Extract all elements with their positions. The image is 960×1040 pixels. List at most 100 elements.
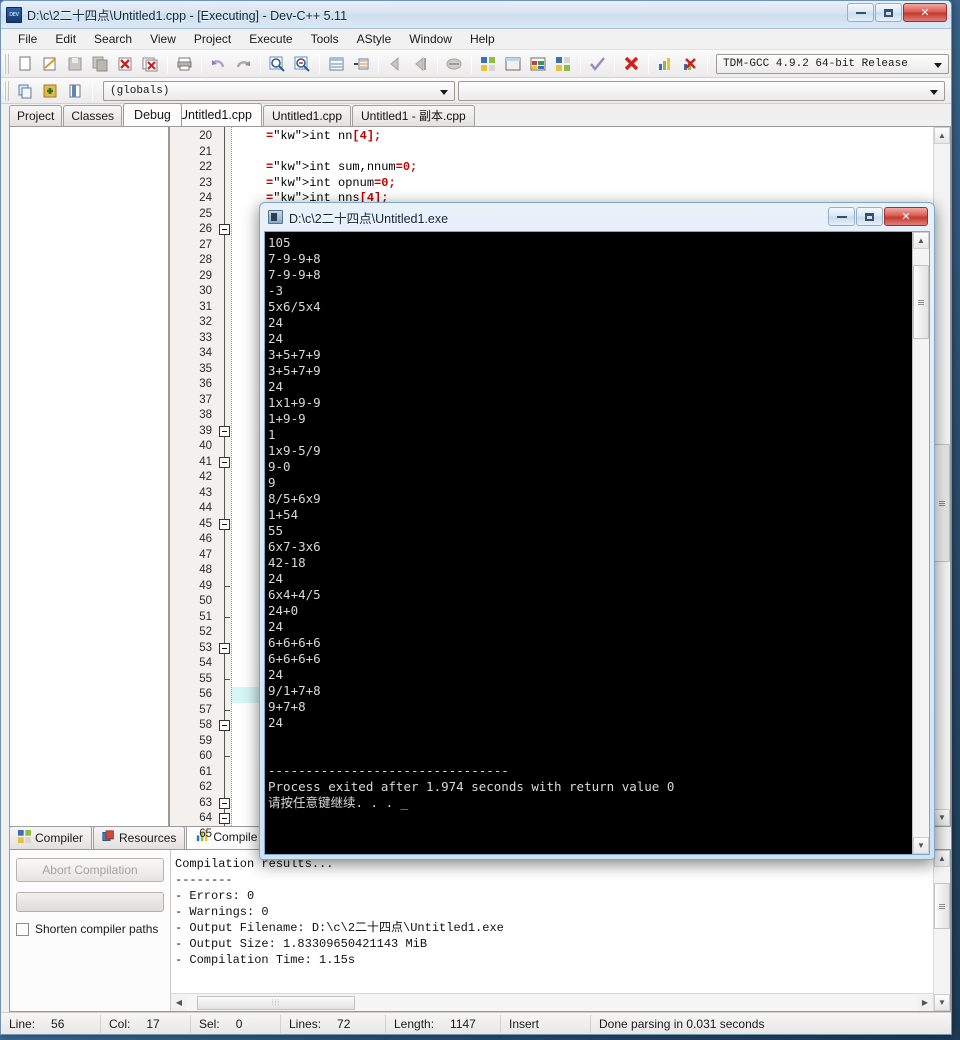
tab-compiler[interactable]: Compiler [9, 826, 93, 849]
tab-debug[interactable]: Debug [123, 103, 182, 126]
menu-window[interactable]: Window [400, 30, 461, 48]
goto-function-icon[interactable] [350, 52, 373, 75]
log-scroll-right-arrow[interactable]: ▶ [917, 995, 933, 1011]
line-number: 37 [199, 393, 212, 406]
log-scroll-track[interactable]: ⦙⦙⦙ [187, 994, 917, 1011]
scroll-up-arrow[interactable]: ▲ [934, 127, 950, 144]
code-line[interactable]: ="kw">int sum,nnum=0; [232, 160, 933, 176]
menu-execute[interactable]: Execute [240, 30, 301, 48]
stop-execution-icon[interactable] [620, 52, 643, 75]
code-line[interactable]: ="kw">int opnum=0; [232, 176, 933, 192]
back-icon[interactable] [384, 52, 407, 75]
fold-toggle-icon[interactable] [219, 425, 230, 437]
fold-toggle-icon[interactable] [219, 813, 230, 824]
members-combo[interactable] [458, 80, 945, 101]
tab-project[interactable]: Project [9, 105, 63, 126]
menu-project[interactable]: Project [185, 30, 240, 48]
line-number: 48 [199, 564, 212, 576]
new-file-icon[interactable] [14, 52, 37, 75]
replace-icon[interactable] [291, 52, 314, 75]
save-all-icon[interactable] [89, 52, 112, 75]
rebuild-all-icon[interactable] [552, 52, 575, 75]
editor-scroll-track[interactable] [934, 144, 950, 809]
compile-log-text[interactable]: Compilation results... -------- - Errors: … [171, 850, 933, 993]
console-scroll-down-arrow[interactable]: ▼ [913, 837, 929, 854]
minimize-button[interactable] [847, 3, 874, 22]
close-all-icon[interactable] [139, 52, 162, 75]
editor-tab-untitled1-dup[interactable]: Untitled1.cpp [262, 105, 352, 126]
abort-compilation-button[interactable]: Abort Compilation [16, 858, 164, 882]
log-vertical-scrollbar[interactable]: ▲ ▼ [933, 850, 950, 1011]
compiler-set-combo[interactable]: TDM-GCC 4.9.2 64-bit Release [716, 53, 949, 74]
shorten-paths-checkbox[interactable] [16, 922, 29, 936]
forward-icon[interactable] [409, 52, 432, 75]
editor-scroll-thumb[interactable] [934, 444, 950, 562]
console-close-button[interactable]: ✕ [884, 207, 928, 226]
fold-toggle-icon[interactable] [219, 224, 230, 235]
fold-toggle-icon[interactable] [219, 642, 230, 654]
log-scroll-thumb[interactable]: ⦙⦙⦙ [197, 995, 355, 1010]
remove-from-project-icon[interactable] [64, 79, 87, 102]
close-button[interactable]: ✕ [903, 3, 947, 22]
code-line[interactable]: ="kw">int nn[4]; [232, 129, 933, 145]
line-number: 51 [199, 610, 212, 623]
console-line: 1x9-5/9 [268, 443, 321, 458]
menu-view[interactable]: View [141, 30, 185, 48]
menu-astyle[interactable]: AStyle [348, 30, 401, 48]
globals-combo[interactable]: (globals) [103, 80, 455, 101]
status-col: Col: 17 [101, 1014, 191, 1033]
menu-help[interactable]: Help [461, 30, 504, 48]
menu-file[interactable]: File [9, 30, 46, 48]
console-scroll-thumb[interactable] [913, 265, 929, 339]
find-icon[interactable] [266, 52, 289, 75]
redo-icon[interactable] [232, 52, 255, 75]
compile-icon[interactable] [477, 52, 500, 75]
console-scroll-up-arrow[interactable]: ▲ [913, 232, 929, 249]
log-horizontal-scrollbar[interactable]: ◀ ⦙⦙⦙ ▶ [171, 993, 933, 1011]
console-scroll-track[interactable] [913, 249, 929, 837]
code-line[interactable] [232, 145, 933, 161]
toolbar-grip[interactable] [4, 53, 11, 74]
undo-icon[interactable] [207, 52, 230, 75]
toggle-icon[interactable] [443, 52, 466, 75]
console-maximize-button[interactable] [856, 207, 883, 226]
log-scroll-left-arrow[interactable]: ◀ [171, 995, 187, 1011]
maximize-button[interactable] [875, 3, 902, 22]
line-number: 49 [199, 579, 212, 592]
open-file-icon[interactable] [39, 52, 62, 75]
save-icon[interactable] [64, 52, 87, 75]
status-insert-mode[interactable]: Insert [501, 1014, 591, 1033]
shorten-paths-row[interactable]: Shorten compiler paths [16, 922, 164, 936]
editor-vertical-scrollbar[interactable]: ▲ ▼ [933, 127, 950, 826]
fold-toggle-icon[interactable] [219, 456, 230, 468]
scroll-down-arrow[interactable]: ▼ [934, 809, 950, 826]
tab-classes[interactable]: Classes [63, 105, 123, 126]
add-to-project-icon[interactable] [39, 79, 62, 102]
log-vscroll-thumb[interactable] [934, 883, 950, 929]
log-scroll-up-arrow[interactable]: ▲ [934, 850, 950, 867]
goto-line-icon[interactable] [325, 52, 348, 75]
toolbar-grip[interactable] [4, 80, 11, 101]
log-scroll-down-arrow[interactable]: ▼ [934, 994, 950, 1011]
menu-search[interactable]: Search [85, 30, 141, 48]
delete-profile-icon[interactable] [679, 52, 702, 75]
fold-toggle-icon[interactable] [219, 797, 230, 809]
console-output-area[interactable]: 105 7-9-9+8 7-9-9+8 -3 5x6/5x4 24 24 3+5+7+9 3+5… [264, 231, 930, 855]
console-minimize-button[interactable] [828, 207, 855, 226]
menu-tools[interactable]: Tools [302, 30, 348, 48]
fold-toggle-icon[interactable] [219, 518, 230, 530]
syntax-check-icon[interactable] [586, 52, 609, 75]
profile-icon[interactable] [654, 52, 677, 75]
new-project-icon[interactable] [14, 79, 37, 102]
fold-toggle-icon[interactable] [219, 720, 230, 731]
code-folding-bar[interactable] [218, 127, 232, 826]
editor-tab-untitled1-copy[interactable]: Untitled1 - 副本.cpp [352, 105, 475, 126]
print-icon[interactable] [173, 52, 196, 75]
console-scrollbar[interactable]: ▲ ▼ [912, 232, 929, 854]
menu-edit[interactable]: Edit [46, 30, 85, 48]
editor-tab-untitled1[interactable]: Untitled1.cpp [169, 103, 262, 126]
run-icon[interactable] [502, 52, 525, 75]
compile-run-icon[interactable] [527, 52, 550, 75]
close-file-icon[interactable] [114, 52, 137, 75]
log-vscroll-track[interactable] [934, 867, 950, 994]
